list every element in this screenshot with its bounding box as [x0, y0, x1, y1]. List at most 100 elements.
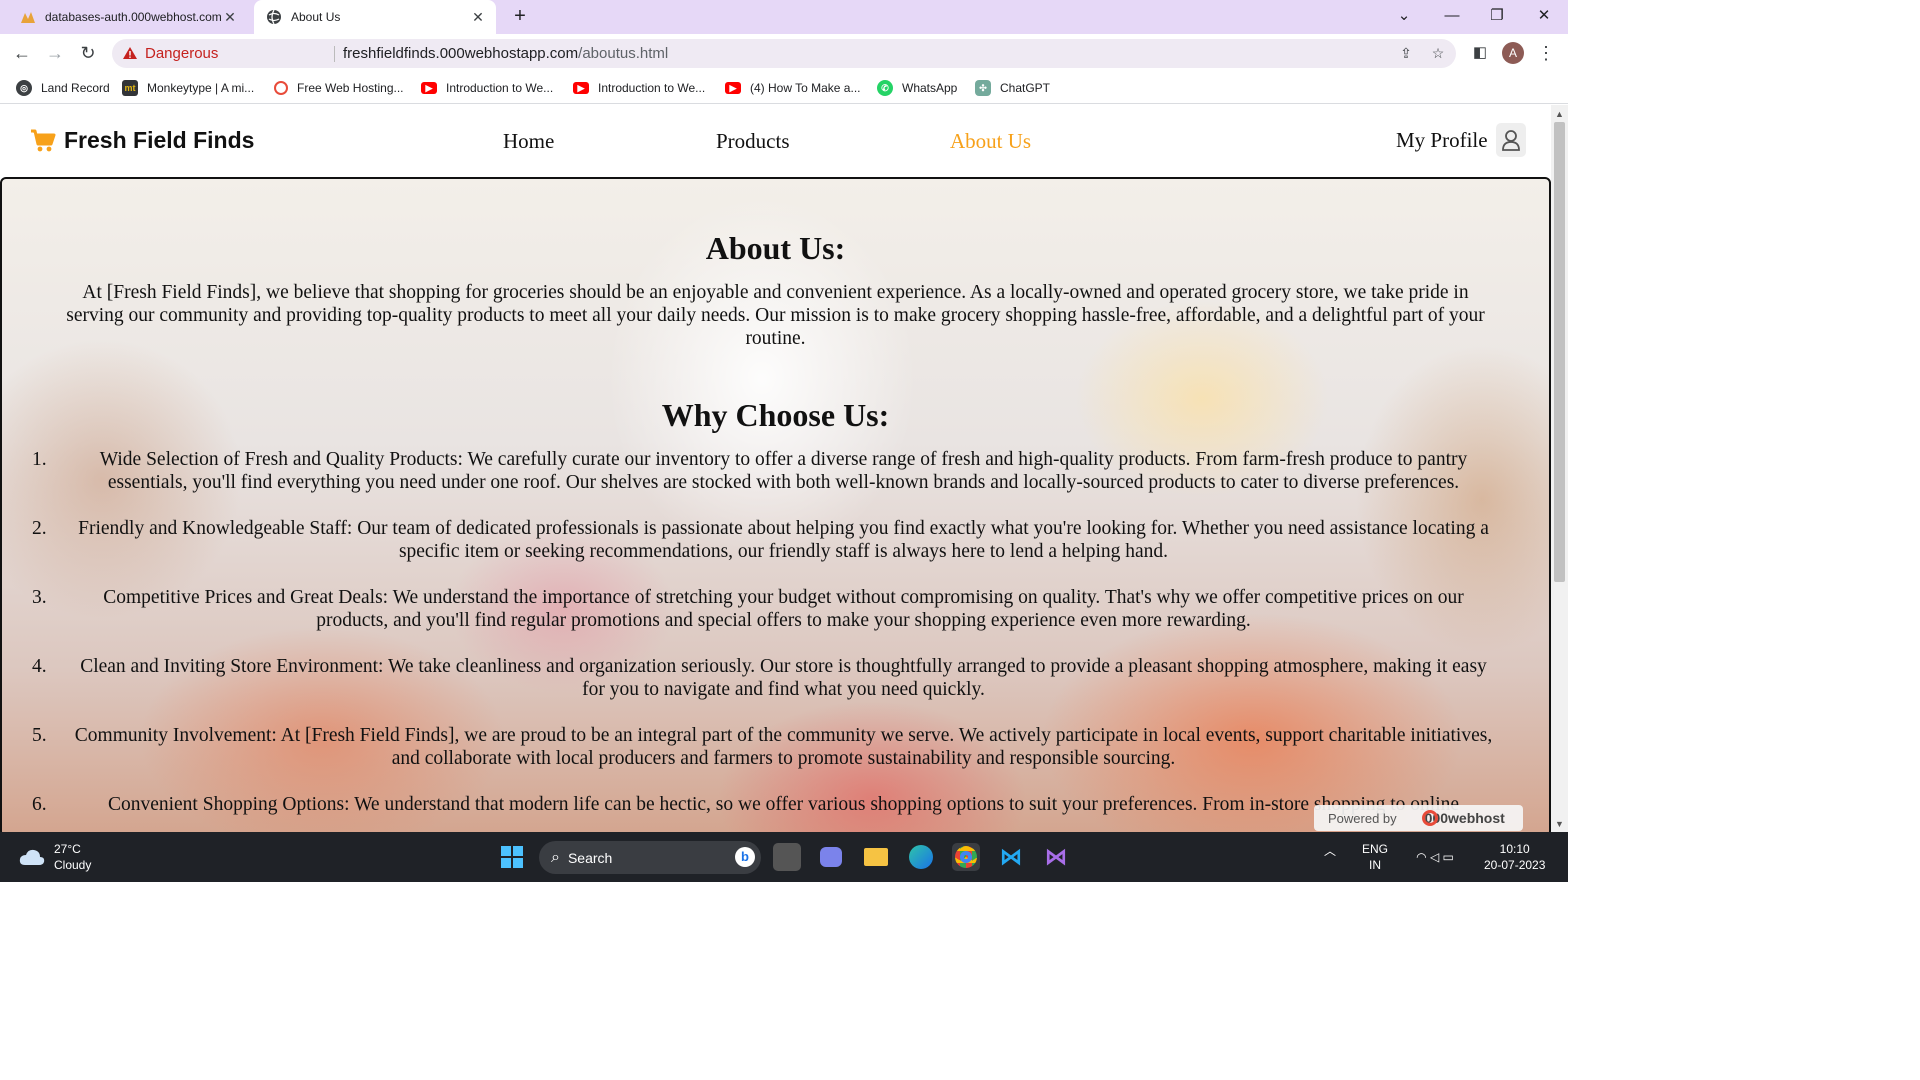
tab-search-chevron-icon[interactable]: ⌄ — [1392, 5, 1416, 27]
more-menu-icon[interactable]: ⋮ — [1534, 41, 1558, 65]
url-text[interactable]: freshfieldfinds.000webhostapp.com/aboutu… — [343, 45, 668, 62]
list-text: Community Involvement: At [Fresh Field F… — [74, 725, 1493, 769]
bookmark-land-record[interactable]: ◎ Land Record — [16, 79, 110, 97]
bookmark-label: ChatGPT — [1000, 81, 1051, 95]
windows-taskbar: 27°C Cloudy ⌕ Search b ⋈ ⋈ ︿ ENG IN ◠ ◁ … — [0, 832, 1568, 882]
about-heading: About Us: — [705, 230, 846, 266]
profile-avatar[interactable]: A — [1502, 42, 1524, 64]
browser-toolbar: ← → ↻ Dangerous freshfieldfinds.000webho… — [0, 34, 1568, 72]
address-bar[interactable]: Dangerous freshfieldfinds.000webhostapp.… — [112, 39, 1456, 68]
bookmark-star-icon[interactable]: ☆ — [1428, 43, 1448, 63]
list-item: 6. Convenient Shopping Options: We unders… — [32, 793, 1497, 816]
list-text: Friendly and Knowledgeable Staff: Our te… — [78, 518, 1489, 562]
minimize-icon[interactable]: — — [1440, 5, 1464, 27]
omnibox-divider — [334, 46, 335, 62]
bookmark-chatgpt[interactable]: ✣ ChatGPT — [975, 79, 1050, 97]
weather-desc: Cloudy — [54, 858, 92, 872]
why-choose-heading: Why Choose Us: — [661, 397, 890, 433]
edge-icon[interactable] — [907, 843, 935, 871]
scroll-up-icon[interactable]: ▲ — [1555, 109, 1564, 119]
list-number: 5. — [32, 725, 47, 746]
site-logo[interactable]: Fresh Field Finds — [30, 127, 254, 154]
scroll-down-icon[interactable]: ▼ — [1555, 819, 1564, 829]
windows-start-icon[interactable] — [498, 843, 526, 871]
page-scrollbar[interactable]: ▲ ▼ — [1551, 105, 1568, 832]
bookmark-monkeytype[interactable]: mt Monkeytype | A mi... — [122, 79, 254, 97]
list-text: Convenient Shopping Options: We understa… — [107, 794, 1460, 815]
back-arrow-icon[interactable]: ← — [10, 41, 34, 65]
cart-icon — [31, 129, 56, 151]
volume-icon: ◁ — [1429, 850, 1440, 864]
tray-overflow-chevron-icon[interactable]: ︿ — [1324, 842, 1336, 859]
language-indicator[interactable]: ENG IN — [1362, 841, 1388, 873]
tab-strip: databases-auth.000webhost.com ✕ About Us… — [0, 0, 1568, 34]
bookmark-label: Free Web Hosting... — [297, 81, 404, 95]
tab-about-us[interactable]: About Us ✕ — [254, 0, 496, 34]
weather-widget[interactable]: 27°C Cloudy — [18, 841, 91, 873]
file-explorer-icon[interactable] — [862, 843, 890, 871]
powered-by-badge[interactable]: Powered by 000webhost — [1314, 805, 1523, 831]
network-volume-battery-icons[interactable]: ◠ ◁ ▭ — [1402, 843, 1468, 871]
tab-databases-auth[interactable]: databases-auth.000webhost.com ✕ — [8, 0, 248, 34]
youtube-icon: ▶ — [573, 82, 589, 94]
bookmark-label: WhatsApp — [902, 81, 958, 95]
teams-chat-icon[interactable] — [817, 843, 845, 871]
bookmarks-bar: ◎ Land Record mt Monkeytype | A mi... Fr… — [0, 72, 1568, 104]
bookmark-youtube-1[interactable]: ▶ Introduction to We... — [421, 79, 553, 97]
new-tab-button[interactable]: + — [509, 5, 531, 27]
warning-icon — [123, 47, 137, 59]
weather-temp: 27°C — [54, 842, 81, 856]
brand-name: Fresh Field Finds — [64, 127, 255, 153]
list-text: Competitive Prices and Great Deals: We u… — [103, 587, 1464, 631]
restore-icon[interactable]: ❐ — [1485, 5, 1509, 27]
tab-title: About Us — [291, 10, 341, 24]
forward-arrow-icon[interactable]: → — [43, 41, 67, 65]
search-label: Search — [567, 849, 613, 866]
my-profile-link[interactable]: My Profile — [1396, 123, 1526, 157]
visual-studio-icon[interactable]: ⋈ — [1042, 843, 1070, 871]
profile-label: My Profile — [1396, 127, 1488, 152]
scroll-thumb[interactable] — [1554, 122, 1565, 582]
chatgpt-icon: ✣ — [975, 80, 991, 96]
close-tab-icon[interactable]: ✕ — [470, 9, 486, 25]
search-icon: ⌕ — [551, 848, 560, 866]
user-icon — [1495, 123, 1526, 157]
bookmark-youtube-2[interactable]: ▶ Introduction to We... — [573, 79, 705, 97]
000webhost-icon — [20, 9, 36, 25]
bookmark-label: Land Record — [41, 81, 110, 95]
nav-home-link[interactable]: Home — [503, 129, 554, 154]
youtube-icon: ▶ — [421, 82, 437, 94]
nav-products-link[interactable]: Products — [716, 129, 790, 154]
chrome-icon[interactable] — [952, 843, 980, 871]
list-number: 4. — [32, 656, 47, 677]
close-tab-icon[interactable]: ✕ — [222, 9, 238, 25]
system-clock[interactable]: 10:10 20-07-2023 — [1484, 841, 1545, 873]
security-label[interactable]: Dangerous — [145, 45, 218, 62]
000webhost-logo-icon — [1422, 810, 1438, 826]
bing-icon: b — [735, 847, 755, 867]
nav-about-link[interactable]: About Us — [950, 129, 1031, 154]
close-window-icon[interactable]: ✕ — [1532, 5, 1556, 27]
bookmark-label: Introduction to We... — [446, 81, 554, 95]
url-path: /aboutus.html — [578, 45, 669, 62]
list-text: Wide Selection of Fresh and Quality Prod… — [99, 449, 1468, 493]
list-item: 3. Competitive Prices and Great Deals: We… — [32, 586, 1497, 632]
bookmark-free-web-hosting[interactable]: Free Web Hosting... — [274, 79, 404, 97]
bookmark-youtube-3[interactable]: ▶ (4) How To Make a... — [725, 79, 860, 97]
page-viewport: Fresh Field Finds Home Products About Us… — [0, 105, 1551, 832]
reasons-list: 1. Wide Selection of Fresh and Quality Pr… — [32, 448, 1497, 816]
share-icon[interactable]: ⇪ — [1396, 43, 1416, 63]
globe-icon: ◎ — [16, 80, 32, 96]
monkeytype-icon: mt — [122, 80, 138, 96]
clock-date: 20-07-2023 — [1484, 858, 1546, 872]
bookmark-label: Monkeytype | A mi... — [147, 81, 255, 95]
taskbar-search[interactable]: ⌕ Search b — [539, 841, 761, 874]
vscode-icon[interactable]: ⋈ — [997, 843, 1025, 871]
list-number: 3. — [32, 587, 47, 608]
wifi-icon: ◠ — [1416, 850, 1427, 864]
side-panel-icon[interactable]: ◧ — [1468, 41, 1492, 65]
reload-icon[interactable]: ↻ — [76, 41, 100, 65]
list-number: 2. — [32, 518, 47, 539]
task-view-icon[interactable] — [773, 843, 801, 871]
bookmark-whatsapp[interactable]: ✆ WhatsApp — [877, 79, 957, 97]
